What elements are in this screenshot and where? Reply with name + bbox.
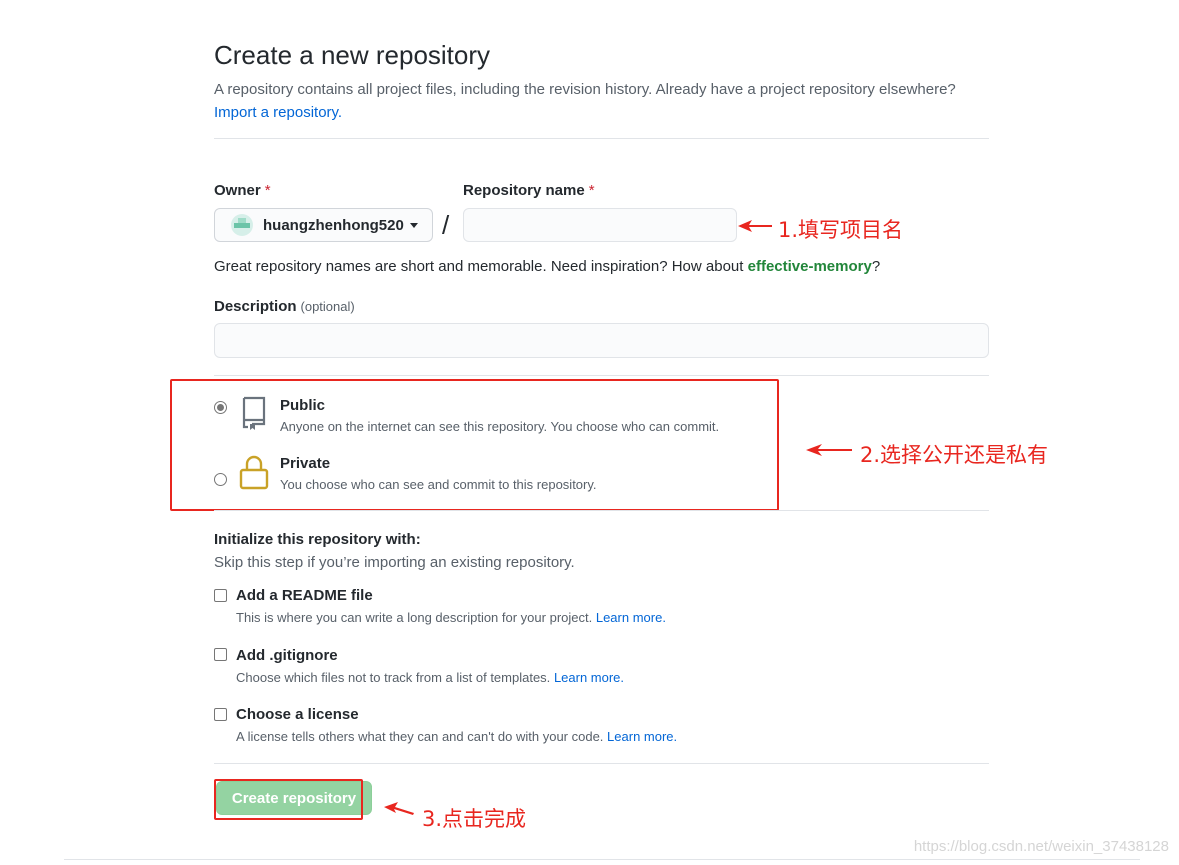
annotation-step1: 1.填写项目名	[778, 218, 904, 242]
required-mark: *	[588, 182, 595, 199]
description-label: Description (optional)	[214, 298, 355, 315]
gitignore-checkbox[interactable]	[214, 648, 227, 661]
readme-checkbox[interactable]	[214, 589, 227, 602]
license-title: Choose a license	[236, 706, 359, 723]
watermark-text: https://blog.csdn.net/weixin_37438128	[913, 838, 1169, 855]
annotation-arrow-icon	[806, 444, 852, 456]
footer-divider	[64, 859, 1140, 860]
import-repository-link[interactable]: Import a repository.	[214, 104, 342, 121]
annotation-arrow-icon	[384, 802, 414, 815]
repository-name-label: Repository name *	[463, 182, 595, 199]
readme-learn-more-link[interactable]: Learn more.	[596, 610, 666, 625]
page-title: Create a new repository	[214, 40, 491, 70]
license-checkbox[interactable]	[214, 708, 227, 721]
divider	[214, 510, 989, 511]
annotation-step2: 2.选择公开还是私有	[860, 443, 1049, 467]
description-input[interactable]	[214, 323, 989, 358]
owner-repo-separator: /	[442, 210, 450, 240]
readme-description: This is where you can write a long descr…	[236, 610, 666, 625]
divider	[214, 138, 989, 139]
divider	[214, 763, 989, 764]
gitignore-title: Add .gitignore	[236, 647, 338, 664]
init-subtitle: Skip this step if you’re importing an ex…	[214, 554, 575, 571]
annotation-arrow-icon	[738, 220, 772, 232]
caret-down-icon	[409, 222, 418, 228]
page-description: A repository contains all project files,…	[214, 78, 994, 124]
suggested-name-link[interactable]: effective-memory	[748, 258, 872, 275]
annotation-box-create	[214, 779, 363, 820]
license-description: A license tells others what they can and…	[236, 729, 678, 744]
annotation-box-visibility	[170, 379, 779, 511]
owner-label: Owner *	[214, 182, 271, 199]
gitignore-description: Choose which files not to track from a l…	[236, 670, 625, 685]
annotation-step3: 3.点击完成	[422, 807, 527, 831]
owner-name: huangzhenhong520	[263, 216, 404, 234]
repository-name-input[interactable]	[463, 208, 737, 242]
gitignore-learn-more-link[interactable]: Learn more.	[554, 670, 624, 685]
optional-tag: (optional)	[300, 299, 355, 314]
name-hint: Great repository names are short and mem…	[214, 258, 881, 275]
init-title: Initialize this repository with:	[214, 531, 421, 548]
avatar	[231, 214, 253, 236]
readme-title: Add a README file	[236, 587, 373, 604]
divider	[214, 375, 989, 376]
description-text: A repository contains all project files,…	[214, 81, 956, 98]
license-learn-more-link[interactable]: Learn more.	[607, 729, 677, 744]
required-mark: *	[264, 182, 271, 199]
owner-dropdown[interactable]: huangzhenhong520	[214, 208, 433, 242]
